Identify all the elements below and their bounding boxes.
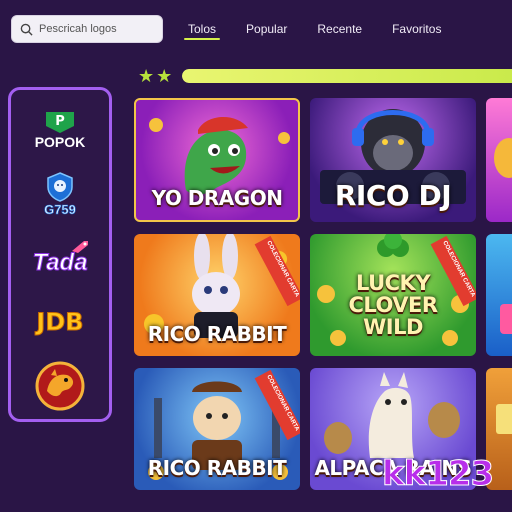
dragon-logo-icon [35,361,85,411]
game-card-partial-1[interactable] [486,98,512,222]
provider-popok[interactable]: P POPOK [15,98,105,162]
tab-all[interactable]: Tolos [180,22,224,42]
game-card-lucky-clover-wild[interactable]: LUCKY CLOVER WILD COLECIONAR CARTA [310,234,476,356]
star-icon: ★ [138,66,155,86]
provider-tada[interactable]: Tada [15,226,105,290]
game-card-yo-dragon[interactable]: YO DRAGON [134,98,300,222]
stars-rating: ★ ★ [138,67,172,85]
game-title: YO DRAGON [151,186,283,210]
tab-favorites[interactable]: Favoritos [384,22,449,42]
lion-shield-icon [47,171,73,202]
game-card-rico-dj[interactable]: RICO DJ [310,98,476,222]
search-icon [20,23,33,36]
game-card-rico-rabbit-2[interactable]: COLECIONAR CARTA RICO RABBIT [134,368,300,490]
search-input[interactable] [39,23,159,35]
game-card-rico-rabbit[interactable]: COLECIONAR CARTA RICO RABBIT [134,234,300,356]
game-title: LUCKY CLOVER WILD [348,271,438,339]
game-card-partial-2[interactable] [486,234,512,356]
tab-popular[interactable]: Popular [238,22,295,42]
provider-name: JDB [36,308,84,337]
svg-text:P: P [55,114,65,129]
provider-name: POPOK [34,134,86,150]
provider-dragon[interactable] [15,354,105,418]
watermark: kk123 [381,454,494,495]
game-title: RICO RABBIT [147,456,287,480]
provider-name: G759 [44,201,76,217]
game-title: RICO RABBIT [147,322,287,346]
game-title: RICO DJ [334,179,452,212]
category-tabs: Tolos Popular Recente Favoritos [180,22,463,42]
progress-fill [182,69,512,83]
provider-g759[interactable]: G759 [15,162,105,226]
tab-recent[interactable]: Recente [309,22,370,42]
provider-name: Tada [32,249,88,277]
star-icon: ★ [156,66,173,86]
search-bar[interactable] [11,15,163,43]
popok-logo-icon: P [46,112,74,133]
provider-jdb[interactable]: JDB [15,290,105,354]
progress-bar [182,69,512,83]
provider-sidebar: P POPOK G759 Tada JDB [8,87,112,422]
